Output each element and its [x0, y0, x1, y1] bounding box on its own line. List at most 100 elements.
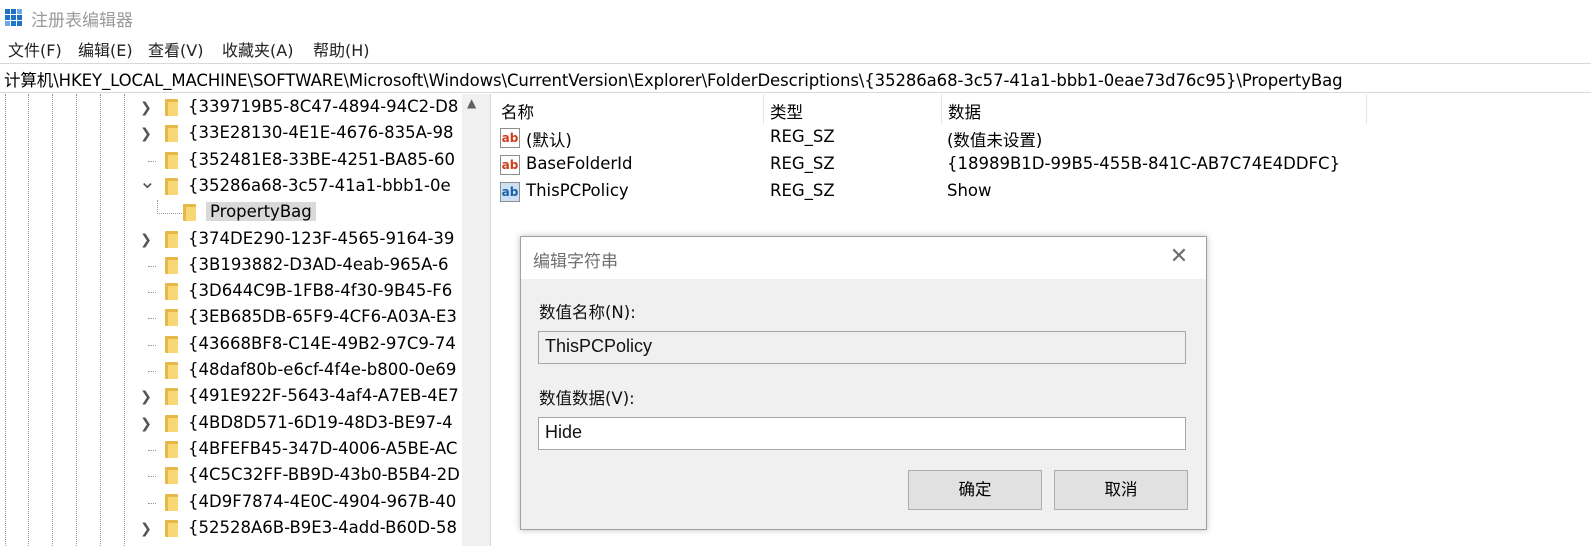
- tree-connector-line: [148, 318, 156, 320]
- address-path[interactable]: 计算机\HKEY_LOCAL_MACHINE\SOFTWARE\Microsof…: [4, 67, 1343, 91]
- menu-view[interactable]: 查看(V): [148, 37, 203, 61]
- folder-icon: [165, 230, 178, 248]
- tree-scrollbar[interactable]: [462, 94, 490, 546]
- value-type: REG_SZ: [770, 181, 835, 200]
- value-name-field[interactable]: ThisPCPolicy: [538, 331, 1186, 364]
- title-bar: 注册表编辑器: [0, 0, 1591, 36]
- cancel-button[interactable]: 取消: [1054, 470, 1188, 510]
- tree-item[interactable]: ⌄ {35286a68-3c57-41a1-bbb1-0e: [0, 171, 490, 201]
- tree-item[interactable]: {3B193882-D3AD-4eab-965A-6: [0, 253, 490, 280]
- ab-string-icon: ab: [500, 128, 520, 148]
- folder-icon: [183, 204, 196, 222]
- tree-item[interactable]: {48daf80b-e6cf-4f4e-b800-0e69: [0, 358, 490, 385]
- value-data-field[interactable]: Hide: [538, 417, 1186, 450]
- value-row-selected[interactable]: ab ThisPCPolicy REG_SZ Show: [495, 178, 1591, 205]
- tree-item-label: {33E28130-4E1E-4676-835A-98: [188, 123, 454, 143]
- tree-item-selected[interactable]: PropertyBag: [0, 200, 490, 227]
- value-data-label: 数值数据(V):: [539, 389, 635, 408]
- folder-icon: [165, 309, 178, 327]
- tree-item-label: {339719B5-8C47-4894-94C2-D8: [188, 97, 459, 116]
- tree-item[interactable]: {43668BF8-C14E-49B2-97C9-74: [0, 332, 490, 359]
- value-name: ThisPCPolicy: [526, 181, 629, 200]
- tree-item-label: {3EB685DB-65F9-4CF6-A03A-E3: [188, 307, 457, 327]
- tree-item-label: PropertyBag: [206, 202, 316, 222]
- window-title: 注册表编辑器: [31, 11, 133, 31]
- tree-item-label: {48daf80b-e6cf-4f4e-b800-0e69: [188, 360, 457, 379]
- value-data: {18989B1D-99B5-455B-841C-AB7C74E4DDFC}: [947, 154, 1341, 173]
- folder-icon: [165, 99, 178, 116]
- folder-icon: [165, 440, 178, 458]
- tree-item-label: {3D644C9B-1FB8-4f30-9B45-F6: [188, 281, 453, 301]
- tree-item[interactable]: ❯{52a4f021-7b75-48a9-9f6b-4b8: [0, 542, 490, 546]
- folder-icon: [165, 467, 178, 485]
- folder-icon: [165, 283, 178, 301]
- column-header-type[interactable]: 类型: [764, 94, 941, 124]
- tree-item-label: {52528A6B-B9E3-4add-B60D-58: [188, 517, 458, 537]
- value-name: (默认): [526, 131, 572, 150]
- folder-icon: [165, 519, 178, 537]
- folder-icon: [165, 335, 178, 353]
- menu-edit[interactable]: 编辑(E): [78, 37, 133, 61]
- column-header-name[interactable]: 名称: [495, 94, 763, 124]
- value-name-label: 数值名称(N):: [539, 303, 636, 322]
- chevron-right-icon[interactable]: ❯: [139, 126, 153, 142]
- tree-connector-line: [148, 449, 156, 451]
- menu-file[interactable]: 文件(F): [8, 37, 62, 61]
- tree-item-label: {352481E8-33BE-4251-BA85-60: [188, 149, 455, 169]
- tree-item[interactable]: ❯ {4BD8D571-6D19-48D3-BE97-4: [0, 411, 490, 438]
- folder-icon: [165, 388, 178, 406]
- tree-item-label: {43668BF8-C14E-49B2-97C9-74: [188, 333, 456, 353]
- tree-item[interactable]: {3EB685DB-65F9-4CF6-A03A-E3: [0, 305, 490, 332]
- key-tree: ❯ {339719B5-8C47-4894-94C2-D8 ❯ {33E28130-4…: [0, 94, 490, 546]
- menu-help[interactable]: 帮助(H): [313, 37, 370, 61]
- value-data: Show: [947, 181, 992, 200]
- chevron-right-icon[interactable]: ❯: [139, 521, 153, 537]
- dialog-title-bar[interactable]: 编辑字符串 ✕: [521, 237, 1206, 279]
- menu-favorites[interactable]: 收藏夹(A): [222, 37, 293, 61]
- tree-connector-line: [148, 344, 156, 346]
- chevron-right-icon[interactable]: ❯: [139, 232, 153, 248]
- column-separator[interactable]: [1366, 94, 1367, 124]
- tree-item[interactable]: {4BFEFB45-347D-4006-A5BE-AC: [0, 437, 490, 464]
- tree-item[interactable]: ❯ {339719B5-8C47-4894-94C2-D8: [0, 95, 490, 122]
- value-row[interactable]: ab (默认) REG_SZ (数值未设置): [495, 124, 1591, 151]
- tree-item[interactable]: ❯ {52528A6B-B9E3-4add-B60D-58: [0, 516, 490, 543]
- value-type: REG_SZ: [770, 154, 835, 173]
- menu-bar: 文件(F) 编辑(E) 查看(V) 收藏夹(A) 帮助(H): [0, 36, 1591, 62]
- value-row[interactable]: ab BaseFolderId REG_SZ {18989B1D-99B5-45…: [495, 151, 1591, 178]
- chevron-down-icon[interactable]: ⌄: [139, 171, 156, 191]
- column-header-data[interactable]: 数据: [942, 94, 1366, 124]
- tree-item[interactable]: ❯ {33E28130-4E1E-4676-835A-98: [0, 121, 490, 148]
- tree-item-label: {4D9F7874-4E0C-4904-967B-40: [188, 491, 457, 511]
- ok-button[interactable]: 确定: [908, 470, 1042, 510]
- tree-item[interactable]: ❯ {374DE290-123F-4565-9164-39: [0, 227, 490, 254]
- tree-item[interactable]: {4D9F7874-4E0C-4904-967B-40: [0, 490, 490, 517]
- chevron-right-icon[interactable]: ❯: [139, 389, 153, 405]
- folder-icon: [165, 125, 178, 143]
- tree-item[interactable]: {352481E8-33BE-4251-BA85-60: [0, 148, 490, 175]
- ab-string-icon: ab: [500, 155, 520, 175]
- scroll-up-arrow-icon[interactable]: ▲: [467, 96, 476, 110]
- address-bar[interactable]: 计算机\HKEY_LOCAL_MACHINE\SOFTWARE\Microsof…: [0, 63, 1591, 93]
- tree-item[interactable]: ❯ {491E922F-5643-4af4-A7EB-4E7: [0, 384, 490, 411]
- value-data: (数值未设置): [947, 131, 1043, 150]
- value-type: REG_SZ: [770, 127, 835, 146]
- chevron-right-icon[interactable]: ❯: [139, 100, 153, 116]
- tree-item[interactable]: {3D644C9B-1FB8-4f30-9B45-F6: [0, 279, 490, 306]
- chevron-right-icon[interactable]: ❯: [139, 416, 153, 432]
- value-name: BaseFolderId: [526, 154, 633, 173]
- edit-string-dialog: 编辑字符串 ✕ 数值名称(N): ThisPCPolicy 数值数据(V): H…: [520, 236, 1207, 530]
- tree-item[interactable]: {4C5C32FF-BB9D-43b0-B5B4-2D: [0, 463, 490, 490]
- tree-connector-line: [157, 200, 184, 215]
- ab-string-icon: ab: [500, 182, 520, 202]
- tree-item-label: {35286a68-3c57-41a1-bbb1-0e: [188, 175, 451, 195]
- tree-connector-line: [148, 292, 156, 294]
- close-icon[interactable]: ✕: [1167, 245, 1191, 269]
- tree-connector-line: [148, 160, 156, 162]
- folder-icon: [165, 362, 178, 379]
- tree-item-label: {4BFEFB45-347D-4006-A5BE-AC: [188, 438, 458, 458]
- tree-item-label: {4BD8D571-6D19-48D3-BE97-4: [188, 412, 453, 432]
- tree-item-label: {491E922F-5643-4af4-A7EB-4E7: [188, 386, 459, 406]
- tree-item-label: {4C5C32FF-BB9D-43b0-B5B4-2D: [188, 465, 460, 485]
- tree-item-label: {374DE290-123F-4565-9164-39: [188, 228, 455, 248]
